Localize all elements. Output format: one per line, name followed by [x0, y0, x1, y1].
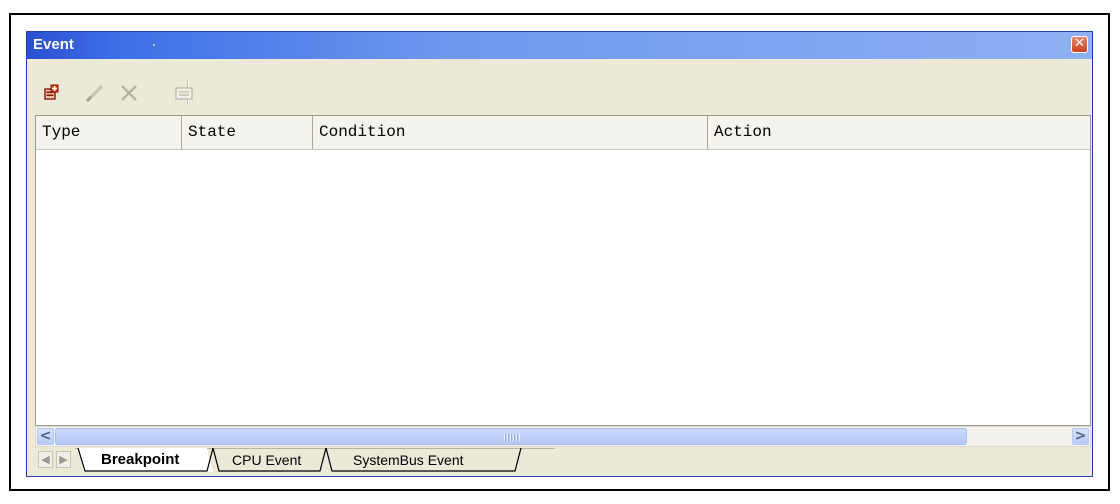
- delete-x-icon: [121, 85, 137, 101]
- toolbar: [27, 59, 1092, 115]
- event-list[interactable]: Type State Condition Action: [35, 115, 1091, 426]
- column-header-state[interactable]: State: [182, 116, 313, 149]
- new-event-button[interactable]: [41, 81, 65, 105]
- scroll-right-button[interactable]: >: [1072, 428, 1089, 445]
- column-header-condition[interactable]: Condition: [313, 116, 708, 149]
- edit-button[interactable]: [83, 81, 107, 105]
- properties-icon: [175, 87, 193, 100]
- horizontal-scrollbar[interactable]: < >: [35, 426, 1091, 447]
- edit-pencil-icon: [86, 85, 103, 102]
- title-dot: [153, 44, 155, 46]
- scroll-thumb[interactable]: [55, 428, 967, 445]
- delete-button[interactable]: [117, 81, 141, 105]
- column-headers: Type State Condition Action: [36, 116, 1090, 150]
- scroll-grip: [504, 434, 520, 441]
- tab-cpu-event[interactable]: CPU Event: [232, 451, 301, 469]
- scroll-left-button[interactable]: <: [37, 428, 54, 445]
- event-window: Event ✕ Type State Condition Action < > …: [26, 31, 1093, 477]
- column-header-action[interactable]: Action: [708, 116, 1090, 149]
- tab-bar: ◀ ▶ Breakpoint CPU Event SystemBus Event: [35, 448, 1091, 472]
- new-event-icon: [44, 84, 59, 100]
- title-bar[interactable]: Event ✕: [27, 32, 1092, 59]
- tab-breakpoint[interactable]: Breakpoint: [101, 451, 179, 469]
- column-header-type[interactable]: Type: [36, 116, 182, 149]
- window-title: Event: [33, 36, 74, 53]
- properties-button[interactable]: [172, 81, 196, 105]
- tab-systembus-event[interactable]: SystemBus Event: [353, 451, 464, 469]
- close-button[interactable]: ✕: [1071, 36, 1088, 53]
